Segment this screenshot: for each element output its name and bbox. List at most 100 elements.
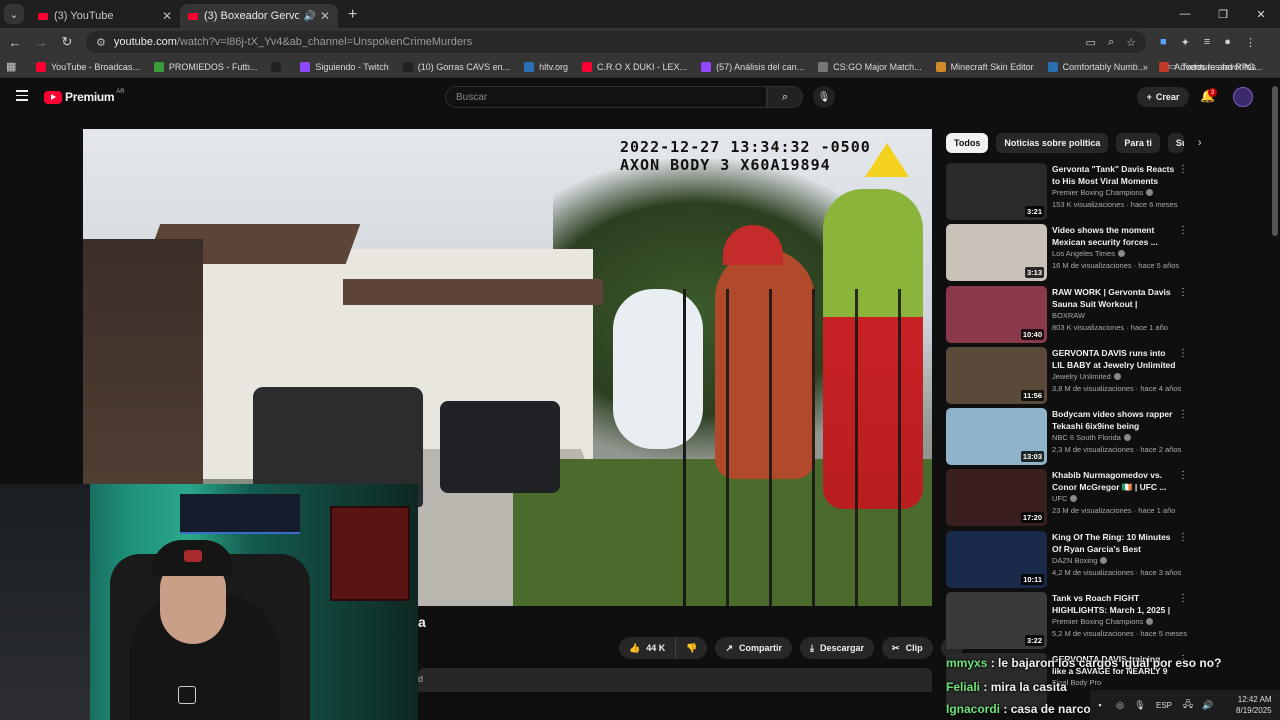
volume-icon[interactable]: 🔊 [1198,700,1218,711]
maximize-button[interactable]: ❐ [1204,0,1242,28]
video-options-icon[interactable]: ⋮ [1178,532,1188,543]
chevron-right-icon[interactable]: › [1198,137,1202,149]
bookmark-item[interactable]: PROMIEDOS - Futb... [153,61,257,72]
description-box[interactable]: d [418,668,932,692]
channel-name-row[interactable]: Premier Boxing Champions [1052,188,1154,197]
tray-microphone-icon[interactable]: 🎙 [1130,700,1150,711]
bookmark-item[interactable]: YouTube - Broadcas... [36,61,140,72]
recommended-video-title[interactable]: Video shows the moment Mexican security … [1052,224,1176,248]
channel-name-row[interactable]: NBC 6 South Florida [1052,433,1131,442]
channel-name-row[interactable]: Jewelry Unlimited [1052,372,1121,381]
recommended-video-title[interactable]: Tank vs Roach FIGHT HIGHLIGHTS: March 1,… [1052,592,1176,616]
like-button[interactable]: 👍 44 K [619,637,677,659]
bookmark-item[interactable]: Minecraft Skin Editor [935,61,1034,72]
recommended-video-card[interactable]: 11:56 GERVONTA DAVIS runs into LIL BABY a… [946,346,1188,408]
recommended-video-title[interactable]: Khabib Nurmagomedov vs. Conor McGregor 🇮… [1052,469,1176,493]
video-thumbnail[interactable]: 3:13 [946,224,1047,282]
bookmark-item[interactable]: Siguiendo - Twitch [300,61,389,72]
video-options-icon[interactable]: ⋮ [1178,348,1188,359]
all-bookmarks-folder[interactable]: ▭ Todos los favoritos [1168,61,1256,72]
chip-subscriptions[interactable]: Su [1167,133,1184,153]
profile-icon[interactable]: ● [1224,36,1231,49]
media-control-icon[interactable]: ≡ [1204,36,1210,49]
bookmark-item[interactable]: (10) Gorras CAVS en... [402,61,510,72]
video-thumbnail[interactable]: 10:11 [946,530,1047,588]
video-thumbnail[interactable]: 17:20 [946,469,1047,527]
site-info-icon[interactable]: ⚙ [96,36,106,49]
video-thumbnail[interactable]: 3:22 [946,592,1047,650]
recommended-video-card[interactable]: 13:03 Bodycam video shows rapper Tekashi … [946,408,1188,469]
tab-search-button[interactable]: ⌄ [4,4,24,24]
video-options-icon[interactable]: ⋮ [1178,164,1188,175]
bookmark-item[interactable]: (57) Análisis del can... [701,61,804,72]
share-button[interactable]: ↗ Compartir [715,637,793,659]
close-tab-icon[interactable]: ✕ [320,9,330,23]
video-thumbnail[interactable]: 10:40 [946,285,1047,343]
page-scrollbar[interactable] [1272,86,1278,236]
video-options-icon[interactable]: ⋮ [1178,593,1188,604]
download-button[interactable]: ⤓ Descargar [800,637,875,659]
recommended-video-card[interactable]: 3:22 Tank vs Roach FIGHT HIGHLIGHTS: Marc… [946,592,1188,653]
menu-kebab-icon[interactable]: ⋮ [1245,36,1256,49]
extension-icon[interactable]: ■ [1160,36,1167,49]
channel-name-row[interactable]: UFC [1052,494,1078,503]
extensions-puzzle-icon[interactable]: ✦ [1181,36,1190,49]
recommended-video-card[interactable]: 17:20 Khabib Nurmagomedov vs. Conor McGre… [946,469,1188,530]
search-input[interactable]: Buscar [445,86,767,108]
close-tab-icon[interactable]: ✕ [162,9,172,23]
bookmark-item[interactable]: hltv.org [524,61,568,72]
reload-icon[interactable]: ↻ [54,34,80,50]
recommended-video-card[interactable]: 3:13 Video shows the moment Mexican secur… [946,224,1188,285]
video-options-icon[interactable]: ⋮ [1178,470,1188,481]
apps-grid-icon[interactable]: ▦ [6,60,30,73]
bookmark-item[interactable]: Comfortably Numb... [1047,61,1145,72]
channel-name-row[interactable]: Premier Boxing Champions [1052,617,1154,626]
clip-button[interactable]: ✂ Clip [882,637,933,659]
back-icon[interactable]: ← [2,35,28,50]
clock[interactable]: 12:42 AM 8/19/2025 [1236,694,1272,716]
more-bookmarks-icon[interactable]: » [1143,62,1148,72]
minimize-button[interactable]: — [1166,0,1204,28]
recommended-video-title[interactable]: Bodycam video shows rapper Tekashi 6ix9i… [1052,408,1176,432]
bookmark-item[interactable]: CS:GO Major Match... [818,61,922,72]
zoom-icon[interactable]: ⌕ [1108,36,1114,49]
chip-politics[interactable]: Noticias sobre política [996,133,1109,153]
recommended-video-card[interactable]: 10:11 King Of The Ring: 10 Minutes Of Rya… [946,530,1188,592]
recommended-video-title[interactable]: RAW WORK | Gervonta Davis Sauna Suit Wor… [1052,286,1176,310]
avatar[interactable] [1233,87,1253,107]
speaker-icon[interactable]: 🔊 [303,11,315,22]
close-window-button[interactable]: ✕ [1242,0,1280,28]
bookmark-item[interactable] [271,61,286,72]
voice-search-button[interactable]: 🎙 [813,86,835,108]
new-tab-button[interactable]: + [348,6,357,24]
channel-name-row[interactable]: Los Angeles Times [1052,249,1125,258]
video-options-icon[interactable]: ⋮ [1178,225,1188,236]
video-thumbnail[interactable]: 3:21 [946,163,1047,220]
create-button[interactable]: + Crear [1137,87,1189,107]
guide-menu-icon[interactable] [16,90,28,102]
bookmark-star-icon[interactable]: ☆ [1126,36,1136,49]
video-thumbnail[interactable]: 13:03 [946,408,1047,466]
cast-icon[interactable]: ▭ [1086,36,1096,49]
tab-video[interactable]: (3) Boxeador Gervonta 'Tank 🔊 ✕ [180,4,338,28]
search-button[interactable]: ⌕ [767,86,803,108]
forward-icon[interactable]: → [28,35,54,50]
recommended-video-title[interactable]: GERVONTA DAVIS runs into LIL BABY at Jew… [1052,347,1176,371]
input-language[interactable]: ESP [1156,701,1172,710]
address-bar[interactable]: ⚙ youtube.com/watch?v=l86j-tX_Yv4&ab_cha… [86,31,1146,53]
chip-todos[interactable]: Todos [946,133,989,153]
steam-icon[interactable]: ◎ [1110,700,1130,711]
recommended-video-title[interactable]: King Of The Ring: 10 Minutes Of Ryan Gar… [1052,531,1176,555]
youtube-premium-logo[interactable]: Premium AR [44,89,125,104]
channel-name-row[interactable]: BOXRAW [1052,311,1085,320]
recommended-video-title[interactable]: Gervonta "Tank" Davis Reacts to His Most… [1052,163,1176,187]
chip-for-you[interactable]: Para ti [1116,133,1160,153]
tab-youtube[interactable]: (3) YouTube ✕ [30,4,180,28]
tray-app-icon[interactable]: ▪ [1090,700,1110,710]
video-options-icon[interactable]: ⋮ [1178,287,1188,298]
recommended-video-card[interactable]: 10:40 RAW WORK | Gervonta Davis Sauna Sui… [946,285,1188,347]
bookmark-item[interactable]: C.R.O X DUKI - LEX... [582,61,687,72]
network-icon[interactable]: 🖧 [1178,697,1198,713]
dislike-button[interactable]: 👎 [676,637,708,659]
video-options-icon[interactable]: ⋮ [1178,409,1188,420]
